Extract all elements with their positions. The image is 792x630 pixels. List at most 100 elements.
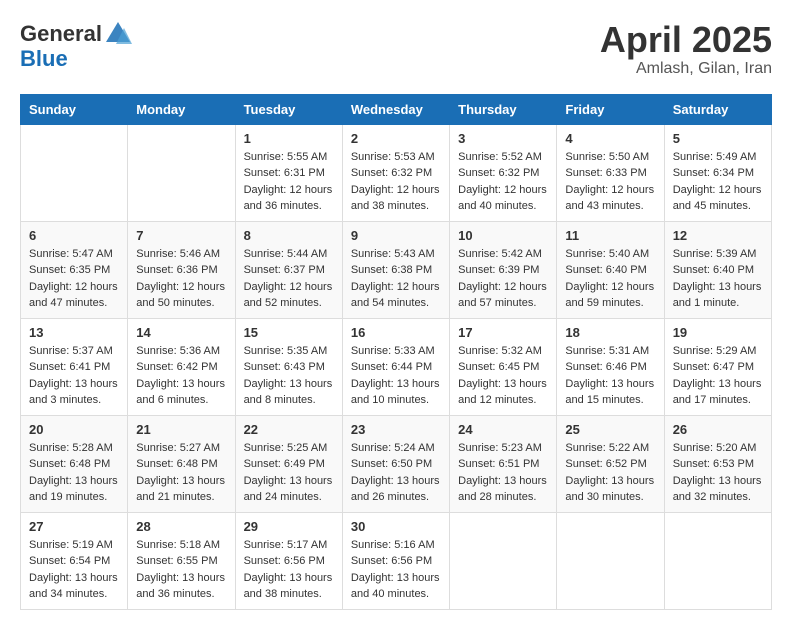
calendar-cell: 18 Sunrise: 5:31 AMSunset: 6:46 PMDayligh…	[557, 318, 664, 415]
calendar-cell: 20Sunrise: 5:28 AMSunset: 6:48 PMDayligh…	[21, 415, 128, 512]
day-info: Sunrise: 5:33 AMSunset: 6:44 PMDaylight:…	[351, 343, 441, 409]
column-header-friday: Friday	[557, 94, 664, 124]
day-number: 26	[673, 422, 763, 437]
day-info: Sunrise: 5:42 AMSunset: 6:39 PMDaylight:…	[458, 246, 548, 312]
day-info: Sunrise: 5:39 AMSunset: 6:40 PMDaylight:…	[673, 246, 763, 312]
day-number: 13	[29, 325, 119, 340]
day-number: 8	[244, 228, 334, 243]
calendar-cell: 25Sunrise: 5:22 AMSunset: 6:52 PMDayligh…	[557, 415, 664, 512]
column-header-sunday: Sunday	[21, 94, 128, 124]
day-info: Sunrise: 5:44 AMSunset: 6:37 PMDaylight:…	[244, 246, 334, 312]
day-number: 3	[458, 131, 548, 146]
calendar-cell	[128, 124, 235, 221]
day-number: 30	[351, 519, 441, 534]
calendar-cell	[450, 512, 557, 609]
day-info: Sunrise: 5:25 AMSunset: 6:49 PMDaylight:…	[244, 440, 334, 506]
calendar-cell: 26 Sunrise: 5:20 AMSunset: 6:53 PMDayligh…	[664, 415, 771, 512]
calendar-cell: 7 Sunrise: 5:46 AMSunset: 6:36 PMDaylight…	[128, 221, 235, 318]
day-info: Sunrise: 5:18 AMSunset: 6:55 PMDaylight:…	[136, 537, 226, 603]
calendar-week-row: 20Sunrise: 5:28 AMSunset: 6:48 PMDayligh…	[21, 415, 772, 512]
calendar-cell	[664, 512, 771, 609]
calendar-cell: 2 Sunrise: 5:53 AMSunset: 6:32 PMDaylight…	[342, 124, 449, 221]
calendar-cell: 17 Sunrise: 5:32 AMSunset: 6:45 PMDayligh…	[450, 318, 557, 415]
day-number: 6	[29, 228, 119, 243]
day-number: 25	[565, 422, 655, 437]
day-info: Sunrise: 5:29 AMSunset: 6:47 PMDaylight:…	[673, 343, 763, 409]
day-number: 22	[244, 422, 334, 437]
day-info: Sunrise: 5:40 AMSunset: 6:40 PMDaylight:…	[565, 246, 655, 312]
day-info: Sunrise: 5:53 AMSunset: 6:32 PMDaylight:…	[351, 149, 441, 215]
day-info: Sunrise: 5:31 AMSunset: 6:46 PMDaylight:…	[565, 343, 655, 409]
calendar-cell: 15Sunrise: 5:35 AMSunset: 6:43 PMDayligh…	[235, 318, 342, 415]
day-info: Sunrise: 5:27 AMSunset: 6:48 PMDaylight:…	[136, 440, 226, 506]
day-info: Sunrise: 5:37 AMSunset: 6:41 PMDaylight:…	[29, 343, 119, 409]
day-info: Sunrise: 5:19 AMSunset: 6:54 PMDaylight:…	[29, 537, 119, 603]
calendar-cell: 9 Sunrise: 5:43 AMSunset: 6:38 PMDaylight…	[342, 221, 449, 318]
calendar-cell	[21, 124, 128, 221]
day-number: 2	[351, 131, 441, 146]
day-number: 11	[565, 228, 655, 243]
day-number: 20	[29, 422, 119, 437]
day-info: Sunrise: 5:47 AMSunset: 6:35 PMDaylight:…	[29, 246, 119, 312]
day-info: Sunrise: 5:46 AMSunset: 6:36 PMDaylight:…	[136, 246, 226, 312]
day-number: 18	[565, 325, 655, 340]
calendar-cell: 13 Sunrise: 5:37 AMSunset: 6:41 PMDayligh…	[21, 318, 128, 415]
day-number: 14	[136, 325, 226, 340]
day-number: 10	[458, 228, 548, 243]
calendar-week-row: 27 Sunrise: 5:19 AMSunset: 6:54 PMDayligh…	[21, 512, 772, 609]
location-title: Amlash, Gilan, Iran	[600, 60, 772, 78]
calendar-cell: 3 Sunrise: 5:52 AMSunset: 6:32 PMDaylight…	[450, 124, 557, 221]
calendar-week-row: 13 Sunrise: 5:37 AMSunset: 6:41 PMDayligh…	[21, 318, 772, 415]
day-number: 17	[458, 325, 548, 340]
calendar-week-row: 1 Sunrise: 5:55 AMSunset: 6:31 PMDaylight…	[21, 124, 772, 221]
day-info: Sunrise: 5:49 AMSunset: 6:34 PMDaylight:…	[673, 149, 763, 215]
day-number: 7	[136, 228, 226, 243]
day-number: 12	[673, 228, 763, 243]
calendar-week-row: 6 Sunrise: 5:47 AMSunset: 6:35 PMDaylight…	[21, 221, 772, 318]
day-number: 4	[565, 131, 655, 146]
column-header-monday: Monday	[128, 94, 235, 124]
calendar-header-row: SundayMondayTuesdayWednesdayThursdayFrid…	[21, 94, 772, 124]
calendar-cell: 16 Sunrise: 5:33 AMSunset: 6:44 PMDayligh…	[342, 318, 449, 415]
calendar-cell: 28 Sunrise: 5:18 AMSunset: 6:55 PMDayligh…	[128, 512, 235, 609]
logo-blue-text: Blue	[20, 46, 68, 71]
day-info: Sunrise: 5:20 AMSunset: 6:53 PMDaylight:…	[673, 440, 763, 506]
calendar-cell: 8 Sunrise: 5:44 AMSunset: 6:37 PMDaylight…	[235, 221, 342, 318]
calendar-cell: 22 Sunrise: 5:25 AMSunset: 6:49 PMDayligh…	[235, 415, 342, 512]
day-number: 5	[673, 131, 763, 146]
logo-general-text: General	[20, 23, 102, 45]
calendar-cell: 30Sunrise: 5:16 AMSunset: 6:56 PMDayligh…	[342, 512, 449, 609]
day-number: 1	[244, 131, 334, 146]
day-number: 15	[244, 325, 334, 340]
calendar-cell: 24 Sunrise: 5:23 AMSunset: 6:51 PMDayligh…	[450, 415, 557, 512]
day-number: 27	[29, 519, 119, 534]
month-title: April 2025	[600, 20, 772, 60]
calendar-cell: 12 Sunrise: 5:39 AMSunset: 6:40 PMDayligh…	[664, 221, 771, 318]
calendar-cell: 21Sunrise: 5:27 AMSunset: 6:48 PMDayligh…	[128, 415, 235, 512]
calendar-table: SundayMondayTuesdayWednesdayThursdayFrid…	[20, 94, 772, 610]
column-header-wednesday: Wednesday	[342, 94, 449, 124]
day-info: Sunrise: 5:43 AMSunset: 6:38 PMDaylight:…	[351, 246, 441, 312]
calendar-cell	[557, 512, 664, 609]
column-header-saturday: Saturday	[664, 94, 771, 124]
calendar-cell: 5 Sunrise: 5:49 AMSunset: 6:34 PMDaylight…	[664, 124, 771, 221]
day-info: Sunrise: 5:24 AMSunset: 6:50 PMDaylight:…	[351, 440, 441, 506]
calendar-cell: 19 Sunrise: 5:29 AMSunset: 6:47 PMDayligh…	[664, 318, 771, 415]
day-number: 28	[136, 519, 226, 534]
day-info: Sunrise: 5:55 AMSunset: 6:31 PMDaylight:…	[244, 149, 334, 215]
day-number: 24	[458, 422, 548, 437]
logo-icon	[104, 20, 132, 48]
day-info: Sunrise: 5:52 AMSunset: 6:32 PMDaylight:…	[458, 149, 548, 215]
day-number: 23	[351, 422, 441, 437]
day-number: 29	[244, 519, 334, 534]
day-number: 16	[351, 325, 441, 340]
day-number: 9	[351, 228, 441, 243]
day-info: Sunrise: 5:32 AMSunset: 6:45 PMDaylight:…	[458, 343, 548, 409]
calendar-cell: 10 Sunrise: 5:42 AMSunset: 6:39 PMDayligh…	[450, 221, 557, 318]
day-number: 19	[673, 325, 763, 340]
day-info: Sunrise: 5:23 AMSunset: 6:51 PMDaylight:…	[458, 440, 548, 506]
calendar-cell: 6 Sunrise: 5:47 AMSunset: 6:35 PMDaylight…	[21, 221, 128, 318]
calendar-cell: 23 Sunrise: 5:24 AMSunset: 6:50 PMDayligh…	[342, 415, 449, 512]
calendar-cell: 4Sunrise: 5:50 AMSunset: 6:33 PMDaylight…	[557, 124, 664, 221]
day-info: Sunrise: 5:17 AMSunset: 6:56 PMDaylight:…	[244, 537, 334, 603]
